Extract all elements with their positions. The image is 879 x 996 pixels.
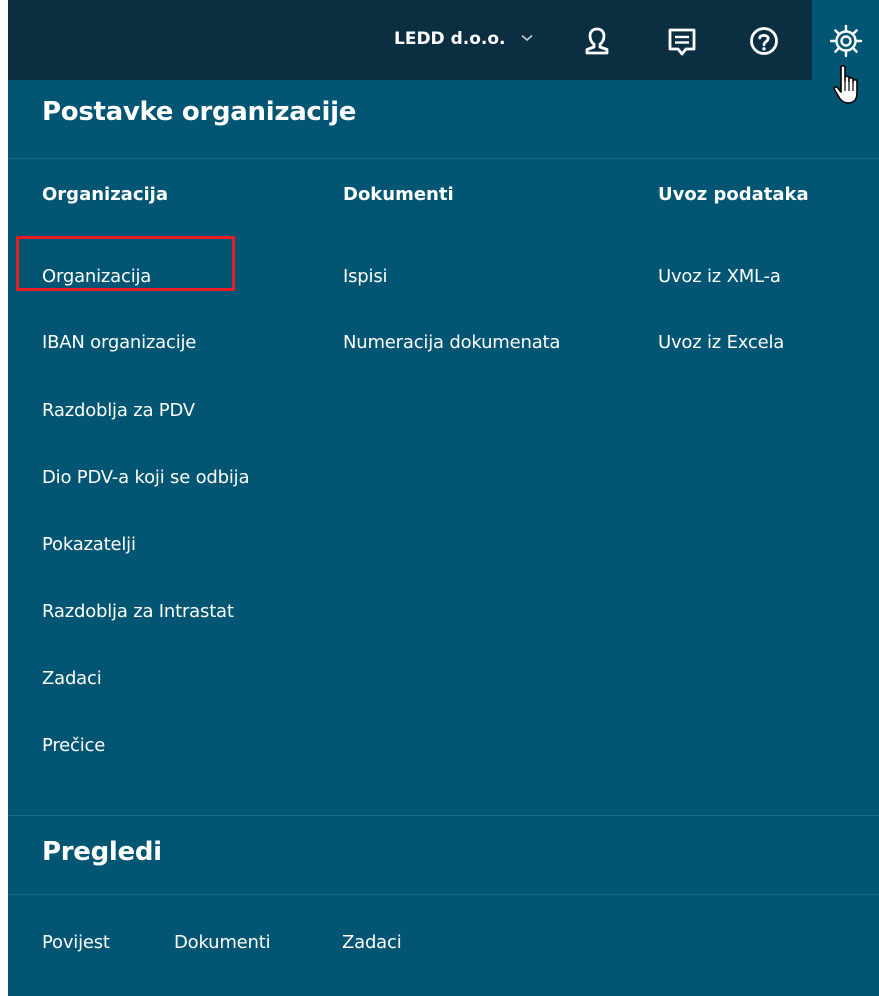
menu-item-razdoblja-za-intrastat[interactable]: Razdoblja za Intrastat	[42, 601, 234, 622]
menu-item-ispisi[interactable]: Ispisi	[343, 266, 387, 287]
chevron-down-icon	[521, 27, 533, 47]
menu-item-dio-pdv-a[interactable]: Dio PDV-a koji se odbija	[42, 467, 249, 488]
settings-dropdown-panel: Postavke organizacije Organizacija Dokum…	[8, 80, 879, 996]
menu-item-razdoblja-za-pdv[interactable]: Razdoblja za PDV	[42, 400, 195, 421]
highlight-box	[16, 236, 235, 291]
column-heading-organizacija: Organizacija	[42, 184, 168, 205]
settings-section-title: Postavke organizacije	[42, 97, 357, 127]
reviews-section-title: Pregledi	[42, 837, 162, 867]
settings-dropdown-screen: LEDD d.o.o. Postavke organizacije Organi…	[0, 0, 879, 996]
menu-item-numeracija-dokumenata[interactable]: Numeracija dokumenata	[343, 332, 560, 353]
section-divider	[8, 894, 879, 895]
menu-item-precice[interactable]: Prečice	[42, 735, 105, 756]
top-nav-bar: LEDD d.o.o.	[8, 0, 879, 80]
menu-item-iban-organizacije[interactable]: IBAN organizacije	[42, 332, 196, 353]
help-icon[interactable]	[743, 20, 785, 62]
menu-item-zadaci[interactable]: Zadaci	[42, 668, 102, 689]
menu-item-uvoz-iz-excela[interactable]: Uvoz iz Excela	[658, 332, 784, 353]
user-icon[interactable]	[576, 20, 618, 62]
company-selector[interactable]: LEDD d.o.o.	[394, 27, 533, 49]
column-heading-uvoz-podataka: Uvoz podataka	[658, 184, 809, 205]
section-divider	[8, 158, 879, 159]
gear-icon	[825, 20, 867, 62]
review-link-dokumenti[interactable]: Dokumenti	[174, 932, 271, 953]
review-link-zadaci[interactable]: Zadaci	[342, 932, 402, 953]
menu-item-pokazatelji[interactable]: Pokazatelji	[42, 534, 136, 555]
hand-pointer-icon	[832, 64, 866, 108]
chat-icon[interactable]	[661, 20, 703, 62]
company-name: LEDD d.o.o.	[394, 29, 506, 49]
review-link-povijest[interactable]: Povijest	[42, 932, 110, 953]
section-divider	[8, 815, 879, 816]
menu-item-uvoz-iz-xml[interactable]: Uvoz iz XML-a	[658, 266, 781, 287]
column-heading-dokumenti: Dokumenti	[343, 184, 454, 205]
